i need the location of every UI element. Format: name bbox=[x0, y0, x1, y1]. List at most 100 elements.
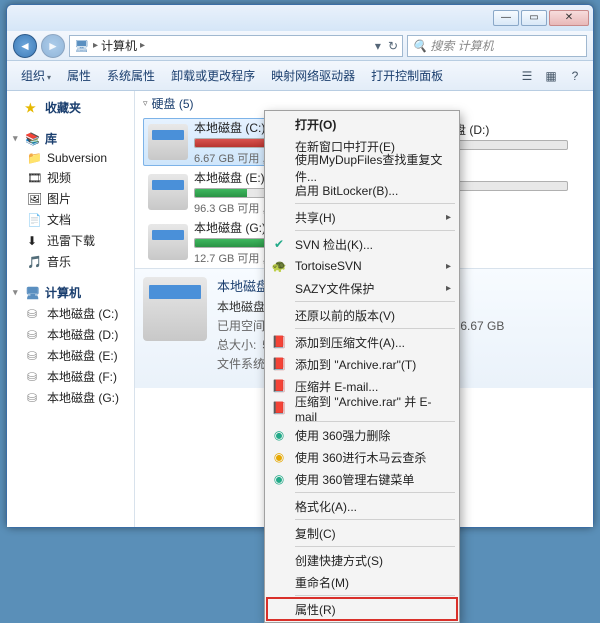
system-properties-button[interactable]: 系统属性 bbox=[101, 65, 161, 86]
menu-item-label: 属性(R) bbox=[295, 601, 336, 618]
maximize-button[interactable]: ▭ bbox=[521, 10, 547, 26]
details-free-value: 6.67 GB bbox=[460, 317, 504, 336]
sidebar-item-label: 音乐 bbox=[47, 253, 71, 270]
view-mode-icon[interactable]: ☰ bbox=[517, 66, 537, 86]
titlebar: — ▭ ✕ bbox=[7, 5, 593, 31]
context-menu-item[interactable]: ◉使用 360强力删除 bbox=[267, 424, 457, 446]
chevron-down-icon: ▾ bbox=[13, 133, 21, 144]
menu-item-icon: 📕 bbox=[271, 400, 287, 416]
back-button[interactable]: ◄ bbox=[13, 34, 37, 58]
sidebar-drive-item[interactable]: ⛁本地磁盘 (F:) bbox=[9, 366, 132, 387]
context-menu-separator bbox=[295, 519, 455, 520]
menu-item-label: 使用 360强力删除 bbox=[295, 427, 390, 444]
sidebar: ★ 收藏夹 ▾ 📚 库 📁 Subversion 🎞 视频 🖼图片📄文档⬇迅雷下载🎵音乐… bbox=[7, 91, 135, 527]
context-menu-item[interactable]: 🐢 TortoiseSVN bbox=[267, 255, 457, 277]
context-menu-item[interactable]: ✔SVN 检出(K)... bbox=[267, 233, 457, 255]
menu-item-icon: 📕 bbox=[271, 378, 287, 394]
context-menu-item[interactable]: ◉ 使用 360管理右键菜单 bbox=[267, 468, 457, 490]
context-menu-item[interactable]: SAZY文件保护 bbox=[267, 277, 457, 299]
toolbar: 组织 属性 系统属性 卸载或更改程序 映射网络驱动器 打开控制面板 ☰ ▦ ? bbox=[7, 61, 593, 91]
context-menu-item[interactable]: 复制(C) bbox=[267, 522, 457, 544]
sidebar-library-item[interactable]: 🎵音乐 bbox=[9, 251, 132, 272]
chevron-right-icon: ▸ bbox=[140, 40, 145, 51]
address-bar: ◄ ► 🖥 ▸ 计算机 ▸ ▾ ↻ 🔍 搜索 计算机 bbox=[7, 31, 593, 61]
menu-item-label: 使用 360进行木马云查杀 bbox=[295, 449, 426, 466]
sidebar-item-label: 视频 bbox=[47, 169, 71, 186]
context-menu-item[interactable]: 启用 BitLocker(B)... bbox=[267, 179, 457, 201]
search-placeholder: 搜索 计算机 bbox=[430, 37, 493, 54]
preview-pane-icon[interactable]: ▦ bbox=[541, 66, 561, 86]
context-menu-separator bbox=[295, 203, 455, 204]
context-menu-item[interactable]: 属性(R) bbox=[267, 598, 457, 620]
sidebar-favorites[interactable]: ★ 收藏夹 bbox=[9, 97, 132, 118]
context-menu-item[interactable]: 使用MyDupFiles查找重复文件... bbox=[267, 157, 457, 179]
context-menu-item[interactable]: 📕压缩到 "Archive.rar" 并 E-mail bbox=[267, 397, 457, 419]
context-menu-separator bbox=[295, 546, 455, 547]
properties-button[interactable]: 属性 bbox=[61, 65, 97, 86]
context-menu-item[interactable]: 还原以前的版本(V) bbox=[267, 304, 457, 326]
chevron-down-icon: ▾ bbox=[13, 287, 21, 298]
context-menu-item[interactable]: 重命名(M) bbox=[267, 571, 457, 593]
sidebar-computer[interactable]: ▾ 🖥 计算机 bbox=[9, 282, 132, 303]
menu-item-label: 共享(H) bbox=[295, 209, 336, 226]
forward-button[interactable]: ► bbox=[41, 34, 65, 58]
context-menu-item[interactable]: 创建快捷方式(S) bbox=[267, 549, 457, 571]
sidebar-library-item[interactable]: ⬇迅雷下载 bbox=[9, 230, 132, 251]
context-menu-separator bbox=[295, 301, 455, 302]
context-menu-item[interactable]: 共享(H) bbox=[267, 206, 457, 228]
context-menu-item[interactable]: 格式化(A)... bbox=[267, 495, 457, 517]
context-menu-separator bbox=[295, 595, 455, 596]
context-menu-separator bbox=[295, 492, 455, 493]
sidebar-libraries[interactable]: ▾ 📚 库 bbox=[9, 128, 132, 149]
menu-item-label: 打开(O) bbox=[295, 116, 336, 133]
organize-menu[interactable]: 组织 bbox=[15, 65, 57, 86]
minimize-button[interactable]: — bbox=[493, 10, 519, 26]
menu-item-icon: ◉ bbox=[271, 449, 287, 465]
dropdown-icon[interactable]: ▾ bbox=[375, 39, 381, 53]
sidebar-drive-item[interactable]: ⛁本地磁盘 (C:) bbox=[9, 303, 132, 324]
sidebar-library-item[interactable]: 📁 Subversion bbox=[9, 149, 132, 167]
drive-icon: ⛁ bbox=[27, 391, 43, 405]
drive-icon bbox=[148, 224, 188, 260]
sidebar-drive-item[interactable]: ⛁ 本地磁盘 (G:) bbox=[9, 387, 132, 408]
refresh-icon[interactable]: ↻ bbox=[388, 39, 398, 53]
computer-icon: 🖥 bbox=[74, 39, 90, 53]
sidebar-item-label: 本地磁盘 (G:) bbox=[47, 389, 119, 406]
drive-icon: ⛁ bbox=[27, 349, 43, 363]
folder-icon: 📁 bbox=[27, 151, 43, 165]
control-panel-button[interactable]: 打开控制面板 bbox=[365, 65, 449, 86]
uninstall-button[interactable]: 卸载或更改程序 bbox=[165, 65, 261, 86]
menu-item-icon: ◉ bbox=[271, 471, 287, 487]
menu-item-icon: 📕 bbox=[271, 334, 287, 350]
sidebar-library-item[interactable]: 📄文档 bbox=[9, 209, 132, 230]
search-input[interactable]: 🔍 搜索 计算机 bbox=[407, 35, 587, 57]
sidebar-drive-item[interactable]: ⛁本地磁盘 (E:) bbox=[9, 345, 132, 366]
sidebar-drive-item[interactable]: ⛁本地磁盘 (D:) bbox=[9, 324, 132, 345]
menu-item-label: SAZY文件保护 bbox=[295, 280, 374, 297]
sidebar-item-label: 收藏夹 bbox=[45, 99, 81, 116]
close-button[interactable]: ✕ bbox=[549, 10, 589, 26]
menu-item-icon: 🐢 bbox=[271, 258, 287, 274]
menu-item-label: 压缩到 "Archive.rar" 并 E-mail bbox=[295, 393, 449, 424]
folder-icon: 🎞 bbox=[27, 171, 43, 185]
help-icon[interactable]: ? bbox=[565, 66, 585, 86]
context-menu-separator bbox=[295, 328, 455, 329]
sidebar-item-label: 库 bbox=[45, 130, 57, 147]
menu-item-label: 启用 BitLocker(B)... bbox=[295, 182, 398, 199]
context-menu-item[interactable]: 打开(O) bbox=[267, 113, 457, 135]
breadcrumb-segment[interactable]: 计算机 bbox=[101, 37, 137, 54]
context-menu-item[interactable]: ◉ 使用 360进行木马云查杀 bbox=[267, 446, 457, 468]
sidebar-item-label: 本地磁盘 (D:) bbox=[47, 326, 118, 343]
address-box[interactable]: 🖥 ▸ 计算机 ▸ ▾ ↻ bbox=[69, 35, 403, 57]
group-label: 硬盘 (5) bbox=[152, 95, 194, 112]
menu-item-label: TortoiseSVN bbox=[295, 259, 362, 273]
sidebar-library-item[interactable]: 🖼图片 bbox=[9, 188, 132, 209]
library-icon: 📚 bbox=[25, 132, 41, 146]
sidebar-item-label: Subversion bbox=[47, 151, 107, 165]
sidebar-library-item[interactable]: 🎞 视频 bbox=[9, 167, 132, 188]
menu-item-label: 使用 360管理右键菜单 bbox=[295, 471, 414, 488]
context-menu-item[interactable]: 📕添加到 "Archive.rar"(T) bbox=[267, 353, 457, 375]
folder-icon: ⬇ bbox=[27, 234, 43, 248]
map-drive-button[interactable]: 映射网络驱动器 bbox=[265, 65, 361, 86]
context-menu-item[interactable]: 📕添加到压缩文件(A)... bbox=[267, 331, 457, 353]
